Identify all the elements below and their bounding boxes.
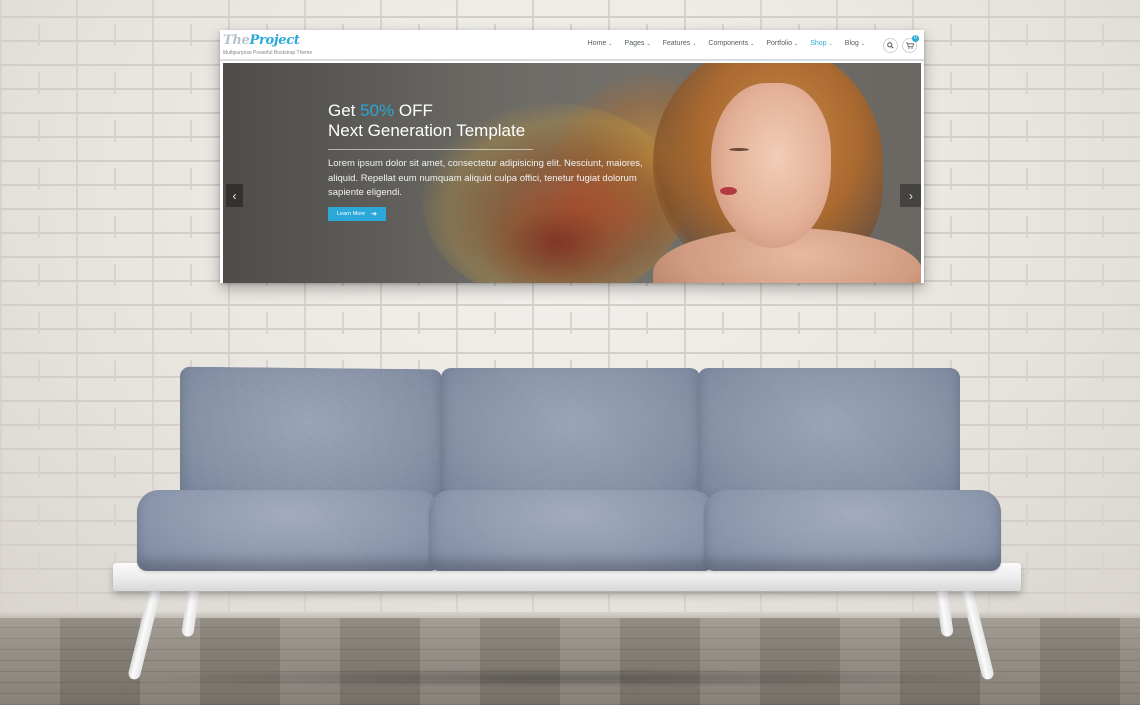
cart-icon — [905, 42, 914, 49]
hero-divider — [328, 149, 533, 150]
hero-caption: Get 50% OFF Next Generation Template Lor… — [328, 101, 678, 221]
search-button[interactable] — [883, 38, 898, 53]
logo-prefix: The — [223, 33, 250, 48]
site-tagline: Multipurpose Powerful Bootstrap Theme — [223, 50, 313, 56]
hero-body-text: Lorem ipsum dolor sit amet, consectetur … — [328, 158, 643, 198]
nav-item-label: Blog — [844, 40, 859, 47]
nav-item-label: Shop — [810, 40, 827, 47]
slider-prev-button[interactable]: ‹ — [226, 184, 243, 207]
nav-item-features[interactable]: Features ⌄ — [657, 40, 703, 47]
site-logo[interactable]: TheProject — [223, 33, 300, 48]
nav-item-label: Components — [708, 40, 749, 47]
site-header: TheProject Multipurpose Powerful Bootstr… — [220, 30, 924, 61]
nav-item-components[interactable]: Components ⌄ — [702, 40, 760, 47]
chevron-down-icon: ⌄ — [692, 40, 697, 47]
hero-title-suffix: OFF — [398, 101, 433, 120]
logo-name: Project — [249, 33, 300, 48]
search-icon — [887, 42, 894, 49]
chevron-down-icon: ⌄ — [608, 40, 613, 47]
main-nav: Home ⌄ Pages ⌄ Features ⌄ Components ⌄ Portf… — [582, 40, 871, 47]
learn-more-label: Learn More — [336, 210, 366, 217]
arrow-right-icon: ➔ — [371, 210, 377, 218]
hero-slider: Get 50% OFF Next Generation Template Lor… — [223, 63, 921, 283]
chevron-down-icon: ⌄ — [646, 40, 651, 47]
hero-title-prefix: Get — [328, 101, 356, 120]
chevron-down-icon: ⌄ — [860, 40, 865, 47]
chevron-left-icon: ‹ — [232, 188, 237, 203]
cart-count-badge: 0 — [912, 35, 919, 42]
nav-item-portfolio[interactable]: Portfolio ⌄ — [760, 40, 804, 47]
nav-item-label: Home — [587, 40, 607, 47]
hero-title-accent: 50% — [360, 101, 395, 120]
nav-item-label: Features — [662, 40, 691, 47]
chevron-down-icon: ⌄ — [750, 40, 755, 47]
nav-item-label: Pages — [624, 40, 645, 47]
slider-next-button[interactable]: › — [900, 184, 921, 207]
wooden-floor — [0, 618, 1140, 705]
learn-more-button[interactable]: Learn More ➔ — [328, 206, 386, 221]
chevron-right-icon: › — [909, 188, 913, 203]
nav-item-shop[interactable]: Shop ⌄ — [804, 40, 839, 47]
nav-item-home[interactable]: Home ⌄ — [582, 40, 619, 47]
hero-subtitle: Next Generation Template — [328, 121, 526, 140]
chevron-down-icon: ⌄ — [828, 40, 833, 47]
website-mockup-canvas: TheProject Multipurpose Powerful Bootstr… — [220, 30, 924, 283]
nav-item-pages[interactable]: Pages ⌄ — [619, 40, 657, 47]
chevron-down-icon: ⌄ — [794, 40, 799, 47]
nav-item-blog[interactable]: Blog ⌄ — [839, 40, 871, 47]
hero-title: Get 50% OFF — [328, 101, 678, 121]
nav-item-label: Portfolio — [766, 40, 793, 47]
